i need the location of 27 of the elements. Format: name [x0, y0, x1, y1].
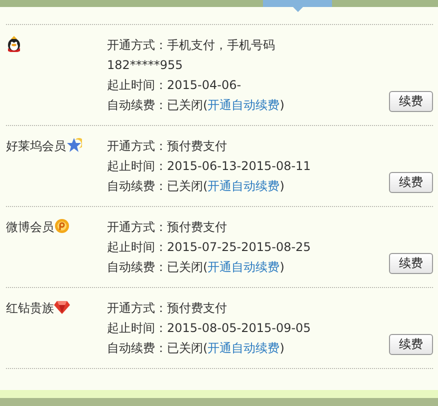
- auto-renew-text: 自动续费：已关闭(开通自动续费): [107, 340, 286, 357]
- renew-button[interactable]: 续费: [389, 91, 433, 112]
- payment-method-text: 开通方式：预付费支付: [107, 300, 228, 317]
- penguin-icon: [6, 36, 22, 52]
- service-name: 微博会员: [6, 219, 54, 236]
- enable-auto-renew-link[interactable]: 开通自动续费: [208, 98, 280, 112]
- period-text: 起止时间：2015-06-13-2015-08-11: [107, 158, 312, 175]
- period-text: 起止时间：2015-07-25-2015-08-25: [107, 239, 312, 256]
- auto-renew-text: 自动续费：已关闭(开通自动续费): [107, 259, 286, 276]
- payment-method-text: 开通方式：手机支付，手机号码182*****955: [107, 37, 276, 74]
- enable-auto-renew-link[interactable]: 开通自动续费: [208, 341, 280, 355]
- period-text: 起止时间：2015-04-06-: [107, 77, 242, 94]
- payment-method-text: 开通方式：预付费支付: [107, 219, 228, 236]
- auto-renew-text: 自动续费：已关闭(开通自动续费): [107, 97, 286, 114]
- star-icon: [66, 137, 82, 153]
- enable-auto-renew-link[interactable]: 开通自动续费: [208, 260, 280, 274]
- auto-renew-text: 自动续费：已关闭(开通自动续费): [107, 178, 286, 195]
- service-name: 红钻贵族: [6, 300, 54, 317]
- renew-button[interactable]: 续费: [389, 334, 433, 355]
- payment-method-text: 开通方式：预付费支付: [107, 138, 228, 155]
- enable-auto-renew-link[interactable]: 开通自动续费: [208, 179, 280, 193]
- renew-button[interactable]: 续费: [389, 172, 433, 193]
- coin-icon: [54, 218, 70, 234]
- service-name: 好莱坞会员: [6, 138, 66, 155]
- diamond-icon: [54, 299, 70, 315]
- period-text: 起止时间：2015-08-05-2015-09-05: [107, 320, 312, 337]
- renew-button[interactable]: 续费: [389, 253, 433, 274]
